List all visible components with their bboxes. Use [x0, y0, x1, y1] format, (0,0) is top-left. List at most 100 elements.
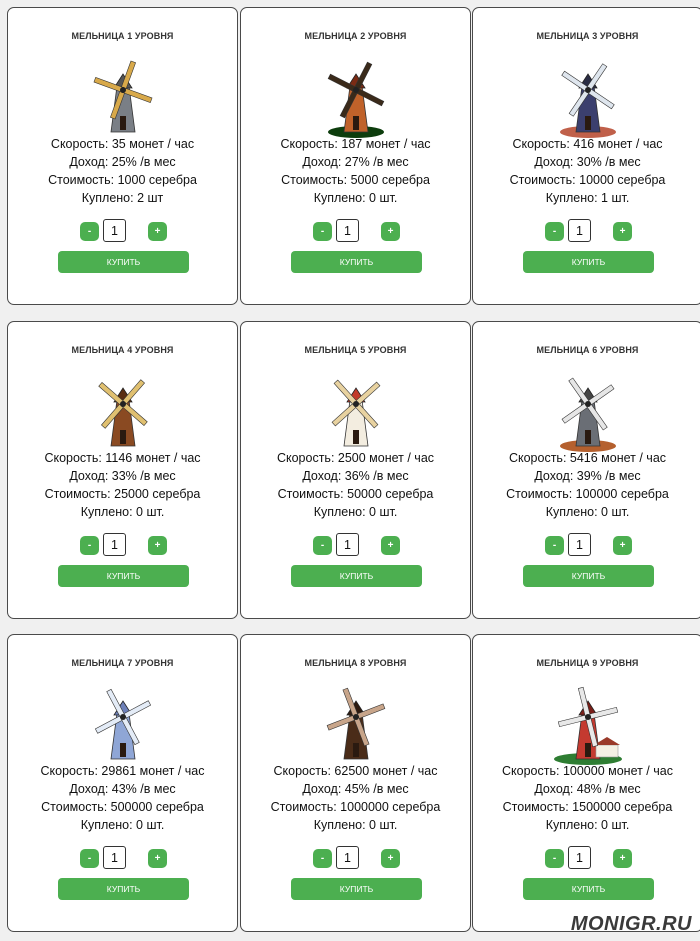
decrement-button[interactable]: -	[545, 849, 564, 868]
windmill-level-2-icon	[314, 56, 398, 140]
buy-button[interactable]: КУПИТЬ	[291, 878, 422, 900]
speed-text: Скорость: 5416 монет / час	[508, 451, 667, 465]
cost-text: Стоимость: 50000 серебра	[277, 487, 434, 501]
quantity-input[interactable]	[568, 533, 591, 556]
increment-button[interactable]: +	[613, 536, 632, 555]
quantity-stepper: - +	[241, 846, 470, 870]
card-title: МЕЛЬНИЦА 6 УРОВНЯ	[536, 345, 639, 355]
buy-button[interactable]: КУПИТЬ	[58, 565, 189, 587]
income-text: Доход: 48% /в мес	[534, 782, 641, 796]
decrement-button[interactable]: -	[80, 849, 99, 868]
speed-text: Скорость: 35 монет / час	[50, 137, 195, 151]
decrement-button[interactable]: -	[313, 222, 332, 241]
cost-text: Стоимость: 1000 серебра	[48, 173, 197, 187]
bought-text: Куплено: 0 шт.	[313, 505, 398, 519]
buy-button[interactable]: КУПИТЬ	[523, 251, 654, 273]
card-title: МЕЛЬНИЦА 9 УРОВНЯ	[536, 658, 639, 668]
windmill-level-5-icon	[314, 370, 398, 454]
quantity-stepper: - +	[473, 846, 700, 870]
increment-button[interactable]: +	[613, 222, 632, 241]
bought-text: Куплено: 0 шт.	[80, 505, 165, 519]
quantity-stepper: - +	[8, 846, 237, 870]
decrement-button[interactable]: -	[80, 536, 99, 555]
income-text: Доход: 30% /в мес	[534, 155, 641, 169]
windmill-card: МЕЛЬНИЦА 5 УРОВНЯ Скорость: 2500 монет /…	[240, 321, 471, 619]
increment-button[interactable]: +	[381, 536, 400, 555]
buy-button[interactable]: КУПИТЬ	[291, 251, 422, 273]
windmill-level-4-icon	[81, 370, 165, 454]
increment-button[interactable]: +	[381, 222, 400, 241]
income-text: Доход: 25% /в мес	[69, 155, 176, 169]
card-title: МЕЛЬНИЦА 2 УРОВНЯ	[304, 31, 407, 41]
card-title: МЕЛЬНИЦА 8 УРОВНЯ	[304, 658, 407, 668]
income-text: Доход: 39% /в мес	[534, 469, 641, 483]
income-text: Доход: 33% /в мес	[69, 469, 176, 483]
increment-button[interactable]: +	[613, 849, 632, 868]
card-title: МЕЛЬНИЦА 4 УРОВНЯ	[71, 345, 174, 355]
windmill-level-1-icon	[81, 56, 165, 140]
windmill-card: МЕЛЬНИЦА 9 УРОВНЯ Скорость: 100000 монет…	[472, 634, 700, 932]
quantity-stepper: - +	[241, 533, 470, 557]
income-text: Доход: 36% /в мес	[302, 469, 409, 483]
card-title: МЕЛЬНИЦА 1 УРОВНЯ	[71, 31, 174, 41]
bought-text: Куплено: 1 шт.	[545, 191, 630, 205]
speed-text: Скорость: 2500 монет / час	[276, 451, 435, 465]
quantity-input[interactable]	[336, 533, 359, 556]
quantity-stepper: - +	[473, 533, 700, 557]
speed-text: Скорость: 100000 монет / час	[502, 764, 673, 778]
site-watermark: MONIGR.RU	[570, 913, 692, 935]
speed-text: Скорость: 416 монет / час	[512, 137, 663, 151]
quantity-input[interactable]	[336, 219, 359, 242]
bought-text: Куплено: 0 шт.	[313, 191, 398, 205]
quantity-input[interactable]	[568, 846, 591, 869]
decrement-button[interactable]: -	[545, 536, 564, 555]
buy-button[interactable]: КУПИТЬ	[523, 878, 654, 900]
decrement-button[interactable]: -	[80, 222, 99, 241]
windmill-card: МЕЛЬНИЦА 8 УРОВНЯ Скорость: 62500 монет …	[240, 634, 471, 932]
card-title: МЕЛЬНИЦА 7 УРОВНЯ	[71, 658, 174, 668]
quantity-input[interactable]	[103, 846, 126, 869]
cost-text: Стоимость: 1500000 серебра	[502, 800, 673, 814]
increment-button[interactable]: +	[148, 536, 167, 555]
windmill-level-6-icon	[546, 370, 630, 454]
buy-button[interactable]: КУПИТЬ	[523, 565, 654, 587]
quantity-input[interactable]	[568, 219, 591, 242]
windmill-card: МЕЛЬНИЦА 3 УРОВНЯ Скорость: 416 монет / …	[472, 7, 700, 305]
decrement-button[interactable]: -	[313, 849, 332, 868]
windmill-card: МЕЛЬНИЦА 7 УРОВНЯ Скорость: 29861 монет …	[7, 634, 238, 932]
increment-button[interactable]: +	[381, 849, 400, 868]
windmill-card: МЕЛЬНИЦА 4 УРОВНЯ Скорость: 1146 монет /…	[7, 321, 238, 619]
buy-button[interactable]: КУПИТЬ	[291, 565, 422, 587]
income-text: Доход: 27% /в мес	[302, 155, 409, 169]
windmill-level-3-icon	[546, 56, 630, 140]
decrement-button[interactable]: -	[313, 536, 332, 555]
windmill-level-9-icon	[546, 683, 630, 767]
quantity-input[interactable]	[103, 533, 126, 556]
quantity-stepper: - +	[473, 219, 700, 243]
speed-text: Скорость: 29861 монет / час	[40, 764, 205, 778]
cost-text: Стоимость: 10000 серебра	[509, 173, 666, 187]
cost-text: Стоимость: 500000 серебра	[41, 800, 204, 814]
bought-text: Куплено: 0 шт.	[545, 818, 630, 832]
cost-text: Стоимость: 5000 серебра	[281, 173, 430, 187]
increment-button[interactable]: +	[148, 222, 167, 241]
bought-text: Куплено: 0 шт.	[80, 818, 165, 832]
quantity-input[interactable]	[103, 219, 126, 242]
cost-text: Стоимость: 1000000 серебра	[270, 800, 441, 814]
card-title: МЕЛЬНИЦА 5 УРОВНЯ	[304, 345, 407, 355]
buy-button[interactable]: КУПИТЬ	[58, 878, 189, 900]
quantity-stepper: - +	[8, 533, 237, 557]
quantity-stepper: - +	[8, 219, 237, 243]
speed-text: Скорость: 62500 монет / час	[273, 764, 438, 778]
buy-button[interactable]: КУПИТЬ	[58, 251, 189, 273]
windmill-card: МЕЛЬНИЦА 2 УРОВНЯ Скорость: 187 монет / …	[240, 7, 471, 305]
income-text: Доход: 45% /в мес	[302, 782, 409, 796]
increment-button[interactable]: +	[148, 849, 167, 868]
card-title: МЕЛЬНИЦА 3 УРОВНЯ	[536, 31, 639, 41]
quantity-input[interactable]	[336, 846, 359, 869]
windmill-card: МЕЛЬНИЦА 1 УРОВНЯ Скорость: 35 монет / ч…	[7, 7, 238, 305]
windmill-level-7-icon	[81, 683, 165, 767]
decrement-button[interactable]: -	[545, 222, 564, 241]
speed-text: Скорость: 1146 монет / час	[44, 451, 201, 465]
windmill-card: МЕЛЬНИЦА 6 УРОВНЯ Скорость: 5416 монет /…	[472, 321, 700, 619]
